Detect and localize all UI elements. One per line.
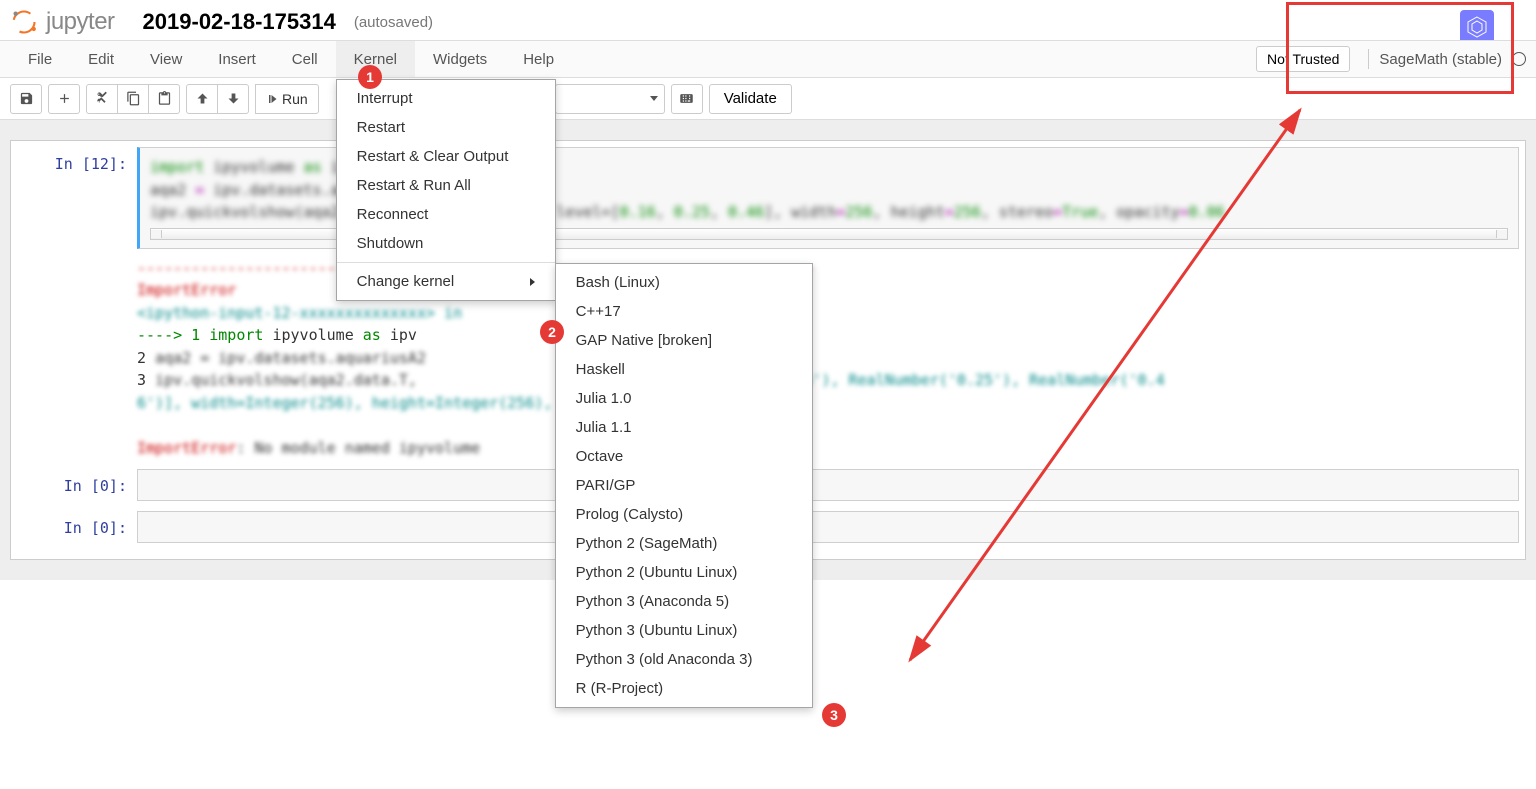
run-button[interactable]: Run	[255, 84, 319, 114]
input-prompt: In [12]:	[17, 147, 137, 459]
move-down-button[interactable]	[217, 84, 249, 114]
annotation-redbox	[1286, 2, 1514, 94]
kernel-change-kernel[interactable]: Change kernel Bash (Linux) C++17 GAP Nat…	[337, 267, 555, 296]
kernel-option[interactable]: Python 2 (SageMath)	[556, 529, 812, 558]
menu-file[interactable]: File	[10, 41, 70, 77]
plus-icon	[57, 91, 72, 106]
code-editor[interactable]	[137, 469, 1519, 501]
kernel-option[interactable]: Python 3 (Anaconda 5)	[556, 587, 812, 616]
kernel-option[interactable]: GAP Native [broken]	[556, 326, 812, 355]
brand-text: jupyter	[46, 8, 115, 36]
kernel-restart[interactable]: Restart	[337, 113, 555, 142]
command-palette-button[interactable]	[671, 84, 703, 114]
add-cell-button[interactable]	[48, 84, 80, 114]
output-visible: ----> 1 import ipyvolume as ipv 2 aqa2 =…	[137, 324, 1519, 459]
kernel-option[interactable]: Bash (Linux)	[556, 268, 812, 297]
kernel-restart-clear[interactable]: Restart & Clear Output	[337, 142, 555, 171]
kernel-option[interactable]: Octave	[556, 442, 812, 471]
kernel-reconnect[interactable]: Reconnect	[337, 200, 555, 229]
chevron-right-icon	[530, 278, 535, 286]
cell-type-select[interactable]	[555, 84, 665, 114]
kernel-option[interactable]: PARI/GP	[556, 471, 812, 500]
keyboard-icon	[679, 91, 694, 106]
kernel-shutdown[interactable]: Shutdown	[337, 229, 555, 258]
code-editor[interactable]	[137, 511, 1519, 543]
input-prompt: In [0]:	[17, 511, 137, 543]
copy-icon	[126, 91, 141, 106]
annotation-badge-3: 3	[822, 703, 846, 727]
kernel-option[interactable]: C++17	[556, 297, 812, 326]
save-icon	[19, 91, 34, 106]
kernel-option[interactable]: Julia 1.1	[556, 413, 812, 442]
chevron-down-icon	[650, 96, 658, 101]
kernel-option[interactable]: Prolog (Calysto)	[556, 500, 812, 529]
kernel-restart-run-all[interactable]: Restart & Run All	[337, 171, 555, 200]
menu-edit[interactable]: Edit	[70, 41, 132, 77]
edit-group	[86, 84, 180, 114]
change-kernel-label: Change kernel	[357, 273, 455, 290]
menu-insert[interactable]: Insert	[200, 41, 274, 77]
menu-kernel-label: Kernel	[354, 51, 397, 68]
cut-button[interactable]	[86, 84, 118, 114]
menu-widgets[interactable]: Widgets	[415, 41, 505, 77]
run-icon	[266, 93, 278, 105]
autosaved-label: (autosaved)	[354, 14, 433, 31]
validate-button[interactable]: Validate	[709, 84, 792, 114]
paste-button[interactable]	[148, 84, 180, 114]
copy-button[interactable]	[117, 84, 149, 114]
arrow-down-icon	[226, 91, 241, 106]
kernel-dropdown: Interrupt Restart Restart & Clear Output…	[336, 79, 556, 301]
dropdown-separator	[337, 262, 555, 263]
kernel-option[interactable]: Python 3 (Ubuntu Linux)	[556, 616, 812, 645]
menu-cell[interactable]: Cell	[274, 41, 336, 77]
paste-icon	[157, 91, 172, 106]
kernel-option[interactable]: Julia 1.0	[556, 384, 812, 413]
move-group	[186, 84, 249, 114]
menu-help[interactable]: Help	[505, 41, 572, 77]
kernel-option[interactable]: Haskell	[556, 355, 812, 384]
jupyter-logo-icon	[10, 8, 38, 36]
input-prompt: In [0]:	[17, 469, 137, 501]
kernel-option[interactable]: Python 2 (Ubuntu Linux)	[556, 558, 812, 587]
annotation-badge-1: 1	[358, 65, 382, 89]
kernel-option[interactable]: Python 3 (old Anaconda 3)	[556, 645, 812, 674]
menu-view[interactable]: View	[132, 41, 200, 77]
cut-icon	[95, 91, 110, 106]
run-group: Run	[255, 84, 319, 114]
logo-group: jupyter	[10, 8, 115, 36]
save-button[interactable]	[10, 84, 42, 114]
annotation-badge-2: 2	[540, 320, 564, 344]
move-up-button[interactable]	[186, 84, 218, 114]
change-kernel-submenu: Bash (Linux) C++17 GAP Native [broken] H…	[555, 263, 813, 708]
notebook-name[interactable]: 2019-02-18-175314	[143, 9, 336, 35]
run-label: Run	[282, 91, 308, 107]
kernel-option[interactable]: R (R-Project)	[556, 674, 812, 703]
arrow-up-icon	[195, 91, 210, 106]
kernel-status-icon	[1512, 52, 1526, 66]
